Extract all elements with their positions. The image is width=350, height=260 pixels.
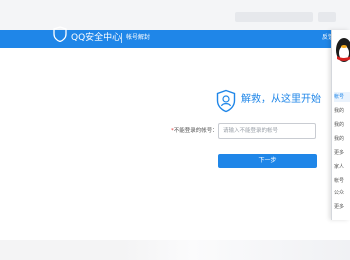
brand-title[interactable]: QQ安全中心 [71, 31, 121, 45]
qq-penguin-icon [336, 38, 350, 62]
side-panel-item[interactable]: 家人 [334, 162, 350, 172]
header-subtitle: 帐号解封 [126, 34, 151, 41]
shield-icon [216, 89, 236, 113]
side-panel-item[interactable]: 帐号 [334, 176, 350, 186]
side-panel-item[interactable]: 我的 [334, 134, 350, 144]
top-strip-bar [235, 12, 313, 22]
side-panel-item[interactable]: 更多 [334, 202, 350, 212]
side-panel-item[interactable]: 我的 [334, 106, 350, 116]
bottom-background [0, 240, 350, 260]
side-panel-item[interactable]: 更多 [334, 148, 350, 158]
page-title: 解救，从这里开始 [241, 94, 321, 105]
shield-icon [53, 26, 67, 42]
side-panel-item[interactable]: 帐号 [334, 92, 350, 102]
account-field-label: *不能登录的帐号： [171, 125, 218, 137]
side-panel-item[interactable]: 我的 [334, 120, 350, 130]
side-panel-item[interactable]: 公众 [334, 188, 350, 198]
qq-side-panel: 帐号 我的 我的 我的 更多 家人 帐号 公众 更多 [331, 30, 350, 220]
account-label-text: 不能登录的帐号： [173, 128, 218, 134]
header-divider [121, 33, 122, 43]
top-strip-bar [318, 12, 336, 22]
account-input[interactable] [218, 123, 316, 139]
next-button[interactable]: 下一步 [218, 154, 317, 168]
